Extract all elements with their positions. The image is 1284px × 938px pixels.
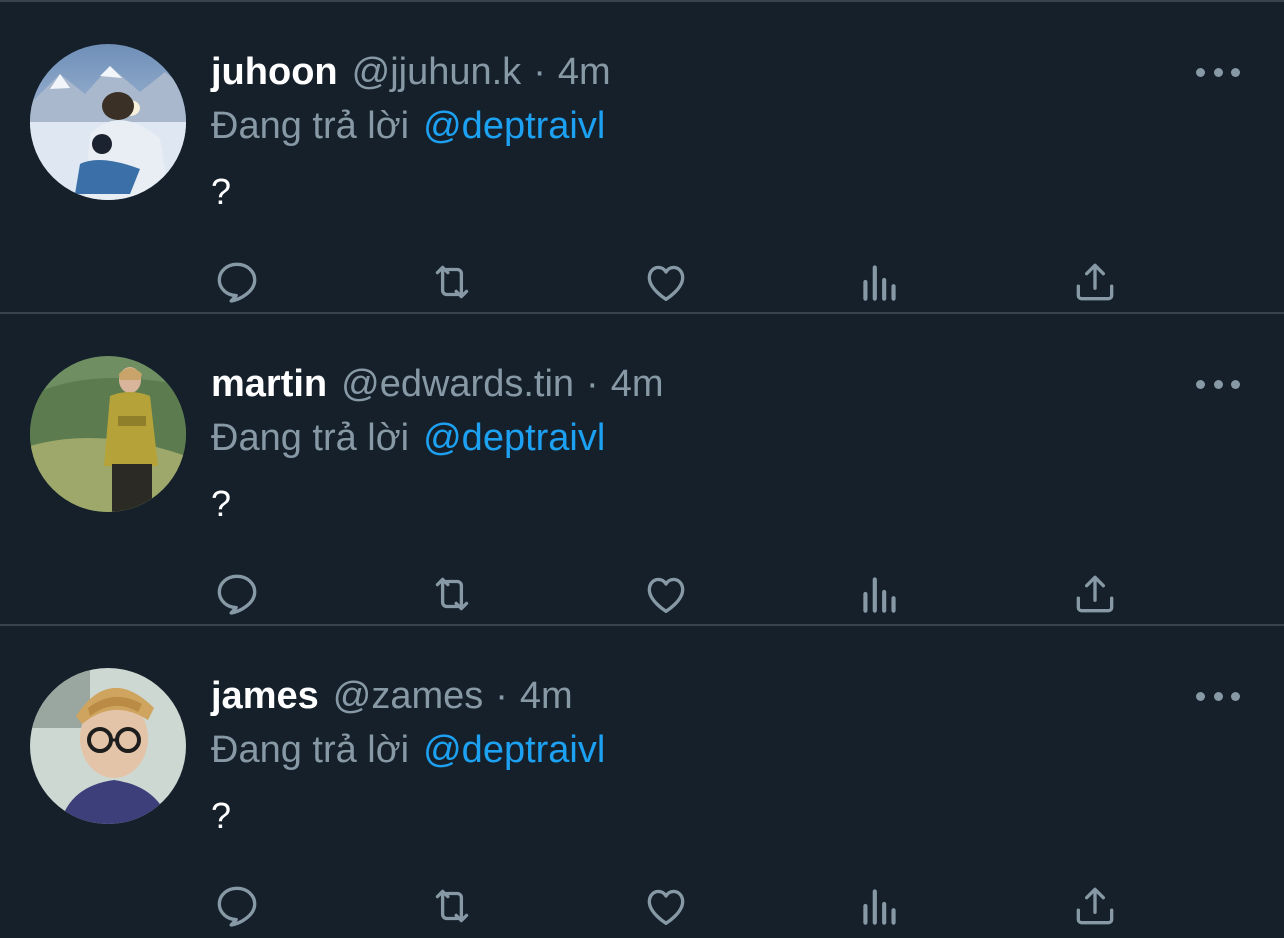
reply-mention-link[interactable]: @deptraivl bbox=[423, 417, 605, 459]
retweet-button[interactable] bbox=[424, 566, 480, 622]
like-icon bbox=[647, 265, 685, 301]
separator: · bbox=[586, 363, 599, 405]
snowy-mountain-photo bbox=[30, 44, 186, 200]
user-handle[interactable]: @edwards.tin bbox=[341, 360, 574, 408]
tweet[interactable]: juhoon @jjuhun.k · 4m Đang trả lời @deptr… bbox=[0, 2, 1284, 314]
avatar[interactable] bbox=[30, 44, 186, 200]
display-name[interactable]: juhoon bbox=[211, 48, 338, 96]
reply-button[interactable] bbox=[209, 878, 265, 934]
share-button[interactable] bbox=[1067, 878, 1123, 934]
like-icon bbox=[647, 577, 685, 613]
analytics-button[interactable] bbox=[852, 254, 908, 310]
analytics-button[interactable] bbox=[852, 566, 908, 622]
cap-and-glasses-photo bbox=[30, 668, 186, 824]
reply-context: Đang trả lời @deptraivl bbox=[211, 414, 605, 462]
reply-icon bbox=[217, 262, 257, 303]
tweet-text: ? bbox=[211, 171, 232, 212]
retweet-button[interactable] bbox=[424, 254, 480, 310]
reply-button[interactable] bbox=[209, 254, 265, 310]
reply-context: Đang trả lời @deptraivl bbox=[211, 102, 605, 150]
like-button[interactable] bbox=[638, 878, 694, 934]
user-handle[interactable]: @zames bbox=[333, 672, 484, 720]
analytics-icon bbox=[863, 577, 896, 613]
analytics-button[interactable] bbox=[852, 878, 908, 934]
share-icon bbox=[1076, 887, 1114, 925]
like-icon bbox=[647, 889, 685, 925]
analytics-icon bbox=[863, 889, 896, 925]
timestamp[interactable]: 4m bbox=[611, 360, 664, 408]
reply-icon bbox=[217, 886, 257, 927]
reply-mention-link[interactable]: @deptraivl bbox=[423, 105, 605, 147]
avatar[interactable] bbox=[30, 668, 186, 824]
display-name[interactable]: james bbox=[211, 672, 319, 720]
tweet-header: james @zames · 4m bbox=[211, 672, 573, 720]
like-button[interactable] bbox=[638, 254, 694, 310]
like-button[interactable] bbox=[638, 566, 694, 622]
share-button[interactable] bbox=[1067, 566, 1123, 622]
tweet-header: juhoon @jjuhun.k · 4m bbox=[211, 48, 611, 96]
retweet-icon bbox=[435, 889, 469, 923]
separator: · bbox=[533, 51, 546, 93]
tweet-text: ? bbox=[211, 795, 232, 836]
tweet[interactable]: martin @edwards.tin · 4m Đang trả lời @de… bbox=[0, 314, 1284, 626]
reply-prefix: Đang trả lời bbox=[211, 729, 410, 771]
action-bar bbox=[211, 254, 1131, 310]
share-icon bbox=[1076, 263, 1114, 301]
avatar[interactable] bbox=[30, 356, 186, 512]
green-hillside-photo bbox=[30, 356, 186, 512]
more-options-icon[interactable] bbox=[1196, 60, 1240, 84]
action-bar bbox=[211, 878, 1131, 934]
timestamp[interactable]: 4m bbox=[520, 672, 573, 720]
timestamp[interactable]: 4m bbox=[558, 48, 611, 96]
reply-button[interactable] bbox=[209, 566, 265, 622]
reply-context: Đang trả lời @deptraivl bbox=[211, 726, 605, 774]
more-options-icon[interactable] bbox=[1196, 372, 1240, 396]
share-icon bbox=[1076, 575, 1114, 613]
retweet-icon bbox=[435, 265, 469, 299]
retweet-icon bbox=[435, 577, 469, 611]
more-options-icon[interactable] bbox=[1196, 684, 1240, 708]
tweet-text: ? bbox=[211, 483, 232, 524]
share-button[interactable] bbox=[1067, 254, 1123, 310]
analytics-icon bbox=[863, 265, 896, 301]
reply-prefix: Đang trả lời bbox=[211, 417, 410, 459]
action-bar bbox=[211, 566, 1131, 622]
retweet-button[interactable] bbox=[424, 878, 480, 934]
tweet-header: martin @edwards.tin · 4m bbox=[211, 360, 664, 408]
tweet[interactable]: james @zames · 4m Đang trả lời @deptraivl… bbox=[0, 626, 1284, 936]
reply-mention-link[interactable]: @deptraivl bbox=[423, 729, 605, 771]
reply-icon bbox=[217, 574, 257, 615]
display-name[interactable]: martin bbox=[211, 360, 327, 408]
separator: · bbox=[495, 675, 508, 717]
user-handle[interactable]: @jjuhun.k bbox=[352, 48, 522, 96]
reply-prefix: Đang trả lời bbox=[211, 105, 410, 147]
